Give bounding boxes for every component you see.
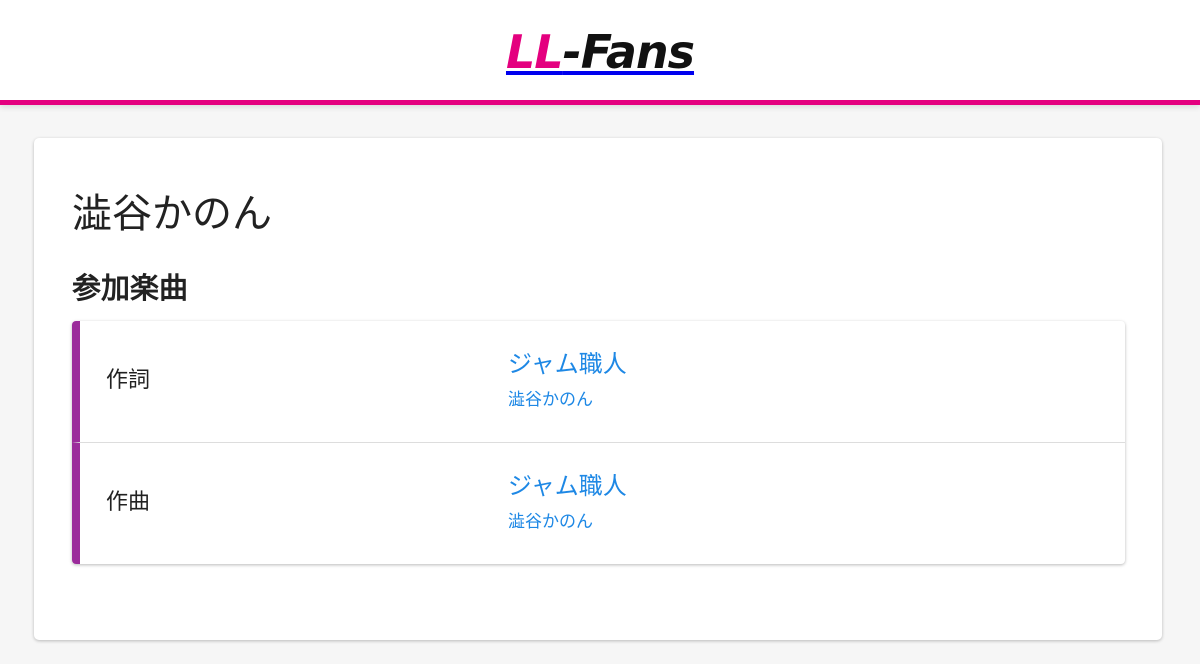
logo-fans-text: -Fans [562, 25, 695, 79]
song-title: ジャム職人 [508, 472, 627, 500]
song-link[interactable]: ジャム職人 澁谷かのん [508, 347, 627, 413]
list-item: 作曲 ジャム職人 澁谷かのん [72, 442, 1125, 564]
site-header: LL-Fans [0, 0, 1200, 105]
content-card: 澁谷かのん 参加楽曲 作詞 ジャム職人 澁谷かのん 作曲 ジャム職人 澁谷かのん [34, 138, 1162, 640]
site-logo[interactable]: LL-Fans [0, 24, 1200, 80]
section-title: 参加楽曲 [72, 271, 189, 305]
song-list: 作詞 ジャム職人 澁谷かのん 作曲 ジャム職人 澁谷かのん [72, 321, 1125, 564]
song-artist: 澁谷かのん [508, 512, 593, 532]
page-title: 澁谷かのん [72, 191, 272, 237]
song-link[interactable]: ジャム職人 澁谷かのん [508, 469, 627, 535]
song-artist: 澁谷かのん [508, 390, 593, 410]
list-item: 作詞 ジャム職人 澁谷かのん [72, 321, 1125, 442]
role-label: 作詞 [106, 368, 151, 393]
song-title: ジャム職人 [508, 350, 627, 378]
logo-ll-text: LL [505, 25, 564, 79]
role-label: 作曲 [106, 490, 151, 515]
